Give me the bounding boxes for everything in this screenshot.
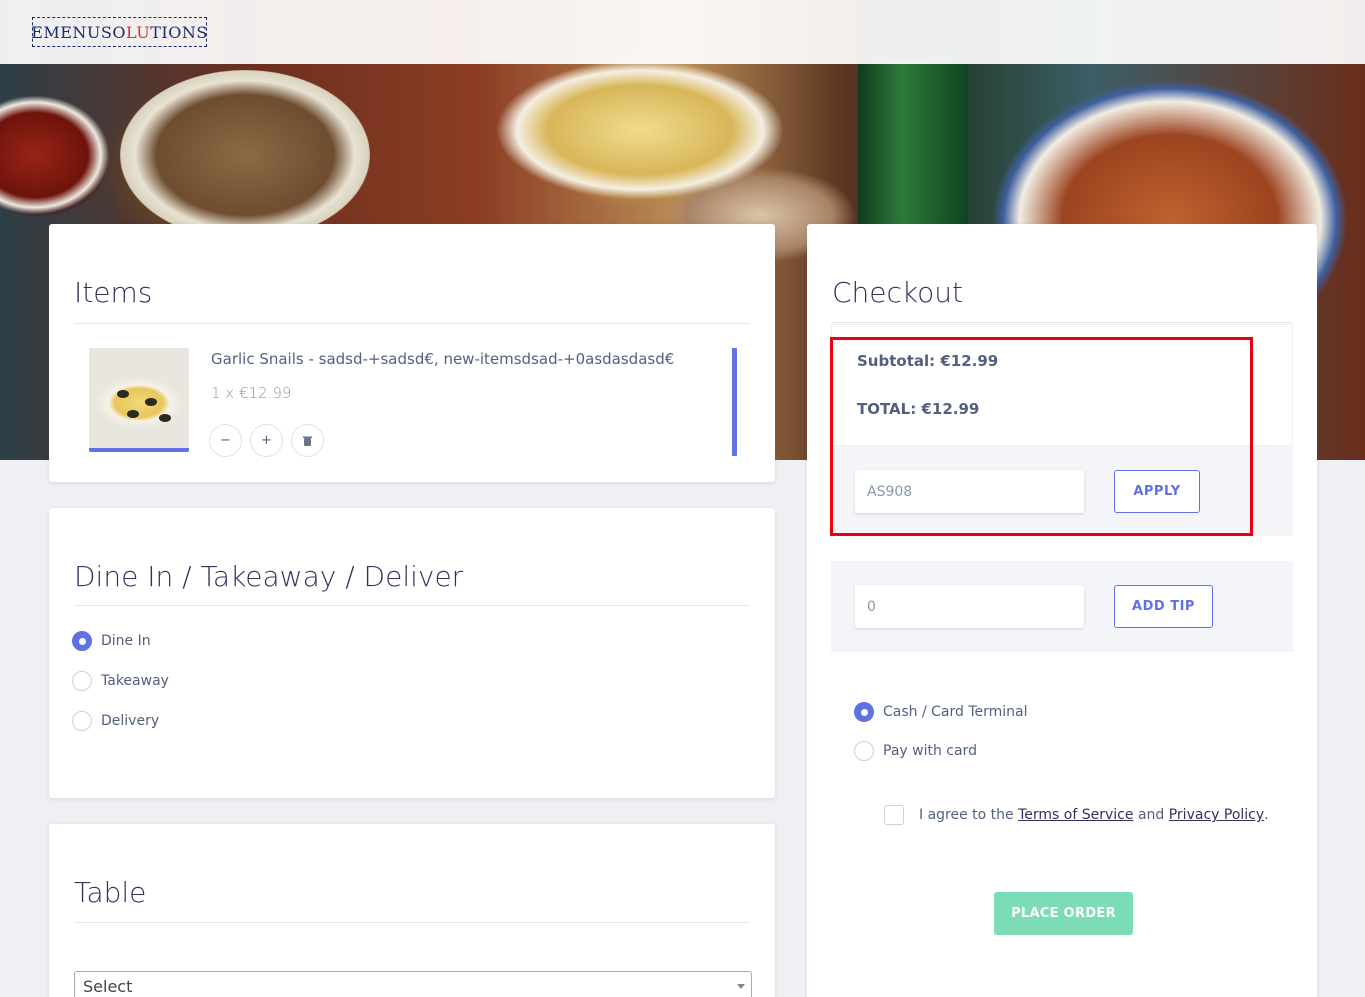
delete-item-button[interactable] [291, 424, 324, 457]
items-title: Items [74, 276, 153, 309]
caret-down-icon [737, 984, 745, 989]
radio-dine-in[interactable]: Dine In [72, 631, 151, 651]
brand-logo[interactable]: EMENUSO LU TIONS [31, 17, 207, 47]
item-name: Garlic Snails - sadsd-+sadsd€, new-items… [211, 350, 675, 368]
place-order-button[interactable]: PLACE ORDER [994, 892, 1133, 935]
plus-icon: + [261, 433, 272, 448]
trash-icon [303, 436, 312, 446]
table-card: Table Select [49, 824, 775, 997]
radio-pay-with-card[interactable]: Pay with card [854, 741, 977, 761]
coupon-input[interactable]: AS908 [855, 470, 1084, 513]
total-text: TOTAL: €12.99 [857, 400, 980, 418]
radio-delivery[interactable]: Delivery [72, 711, 159, 731]
radio-takeaway[interactable]: Takeaway [72, 671, 169, 691]
checkout-title: Checkout [832, 276, 963, 309]
coupon-panel: AS908 APPLY [831, 446, 1293, 536]
item-image [89, 348, 189, 452]
item-qty-price: 1 x €12.99 [211, 384, 292, 402]
minus-icon: − [220, 433, 231, 448]
subtotal-text: Subtotal: €12.99 [857, 352, 999, 370]
apply-coupon-button[interactable]: APPLY [1114, 470, 1200, 513]
privacy-policy-link[interactable]: Privacy Policy [1169, 807, 1264, 823]
terms-agreement: I agree to the Terms of Service and Priv… [884, 805, 1269, 825]
table-select[interactable]: Select [74, 971, 752, 997]
radio-cash-card-terminal[interactable]: Cash / Card Terminal [854, 702, 1028, 722]
decrease-qty-button[interactable]: − [209, 424, 242, 457]
totals-box: Subtotal: €12.99 TOTAL: €12.99 [831, 324, 1293, 446]
item-accent-bar [732, 348, 737, 456]
terms-of-service-link[interactable]: Terms of Service [1018, 807, 1133, 823]
order-type-title: Dine In / Takeaway / Deliver [74, 560, 464, 593]
checkout-card: Checkout Subtotal: €12.99 TOTAL: €12.99 … [807, 224, 1317, 997]
table-title: Table [74, 876, 147, 909]
terms-checkbox[interactable] [884, 805, 904, 825]
order-type-card: Dine In / Takeaway / Deliver Dine In Tak… [49, 508, 775, 798]
items-card: Items Garlic Snails - sadsd-+sadsd€, new… [49, 224, 775, 482]
add-tip-button[interactable]: ADD TIP [1114, 585, 1213, 628]
tip-input[interactable]: 0 [855, 585, 1084, 628]
increase-qty-button[interactable]: + [250, 424, 283, 457]
tip-panel: 0 ADD TIP [831, 561, 1293, 652]
top-navbar: EMENUSO LU TIONS [0, 0, 1365, 64]
